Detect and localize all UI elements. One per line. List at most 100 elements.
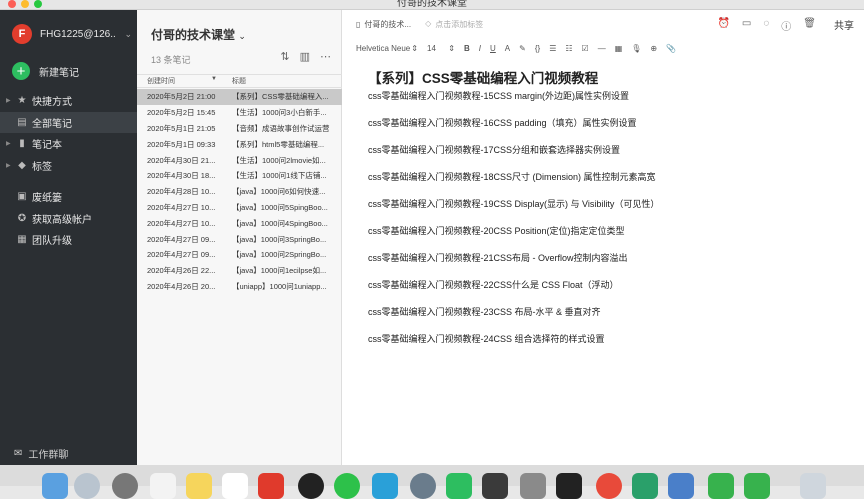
table-row[interactable]: 2020年4月30日 21... 【生活】1000问2lmovie如... [137,152,342,168]
editor-header: ▯ 付哥的技术... ◇ 点击添加标签 ⏰ ▭ ◌ ⓘ 🗑 共享 [342,10,864,38]
work-group-button[interactable]: ✉ 工作群聊 [14,446,68,461]
account-switcher[interactable]: F FHG1225@126.... ⌄ [12,24,132,44]
sidebar: F FHG1225@126.... ⌄ + 新建笔记 ▶ ★ 快捷方式 ▤ 全部… [0,10,137,465]
notebook-selector[interactable]: ▯ 付哥的技术... [356,19,411,30]
bold-icon[interactable]: B [464,44,470,53]
launchpad-icon[interactable] [74,473,100,499]
caret-right-icon[interactable]: ▶ [6,140,12,147]
font-size-select[interactable]: 14 ⇕ [427,44,455,53]
sidebar-item-upgrade[interactable]: ✪ 获取高级帐户 [0,208,137,230]
format-toolbar: Helvetica Neue ⇕ 14 ⇕ B I U A ✎ {} ☰ ☷ ☑ —… [342,38,864,58]
trash-icon[interactable]: 🗑 [803,18,816,33]
italic-icon[interactable]: I [479,44,481,53]
code-icon[interactable]: {} [535,44,540,53]
reminder-icon[interactable]: ⏰ [717,18,729,33]
notes-icon[interactable] [186,473,212,499]
minimize-window-button[interactable] [21,0,29,8]
column-title[interactable]: 标题 [223,76,342,86]
table-row[interactable]: 2020年4月28日 10... 【java】1000问6如何快速... [137,184,342,200]
sidebar-item-team[interactable]: ▦ 团队升级 [0,229,137,251]
note-rows: 2020年5月2日 21:00 【系列】CSS零基础编程入... 2020年5月2… [137,89,342,294]
app-icon[interactable] [668,473,694,499]
app-icon[interactable] [520,473,546,499]
sidebar-item-label: 快捷方式 [32,97,72,109]
tag-icon: ◆ [18,159,26,171]
table-icon[interactable]: ▦ [615,44,623,53]
table-row[interactable]: 2020年4月30日 18... 【生活】1000问1线下店铺... [137,168,342,184]
highlight-icon[interactable]: ✎ [519,44,526,53]
more-icon[interactable]: ⋯ [320,50,331,63]
chevron-down-icon: ⌄ [238,31,246,41]
trash-icon[interactable] [800,473,826,499]
table-row[interactable]: 2020年4月26日 20... 【uniapp】1000问1uniapp... [137,279,342,295]
underline-icon[interactable]: U [490,44,496,53]
insert-icon[interactable]: ⊕ [650,44,657,53]
note-line: css零基础编程入门视频教程-19CSS Display(显示) 与 Visib… [368,199,660,209]
sort-icon[interactable]: ⇅ [280,50,289,63]
bullet-list-icon[interactable]: ☰ [549,44,556,53]
font-select[interactable]: Helvetica Neue ⇕ [356,44,418,53]
app-icon[interactable] [258,473,284,499]
window-titlebar: 付哥的技术课堂 [0,0,864,10]
view-options-icon[interactable]: ▥ [300,50,310,63]
terminal-icon[interactable] [556,473,582,499]
sidebar-item-notebooks[interactable]: ▶ ▮ 笔记本 [0,133,137,155]
window-title: 付哥的技术课堂 [397,0,467,9]
app-icon[interactable] [708,473,734,499]
zoom-window-button[interactable] [34,0,42,8]
horizontal-rule-icon[interactable]: — [598,44,606,53]
sidebar-item-trash[interactable]: ▣ 废纸篓 [0,186,137,208]
table-row[interactable]: 2020年5月1日 09:33 【系列】html5零基础编程... [137,136,342,152]
text-color-icon[interactable]: A [505,44,510,53]
editor-actions: ⏰ ▭ ◌ ⓘ 🗑 [717,18,816,33]
note-body[interactable]: 【系列】CSS零基础编程入门视频教程 css零基础编程入门视频教程-15CSS … [368,67,848,361]
caret-right-icon[interactable]: ▶ [6,97,12,104]
table-row[interactable]: 2020年4月27日 09... 【java】1000问2SpringBo... [137,247,342,263]
calendar-icon[interactable] [222,473,248,499]
table-row[interactable]: 2020年5月2日 15:45 【生活】1000问3小白新手... [137,105,342,121]
notebook-title[interactable]: 付哥的技术课堂 ⌄ [151,26,246,43]
table-row[interactable]: 2020年4月27日 10... 【java】1000问5SpingBoo... [137,200,342,216]
new-note-button[interactable]: + 新建笔记 [12,62,79,80]
note-title[interactable]: 【系列】CSS零基础编程入门视频教程 [368,67,848,87]
table-row[interactable]: 2020年4月26日 22... 【java】1000问1ecilpse如... [137,263,342,279]
numbered-list-icon[interactable]: ☷ [565,44,572,53]
note-line: css零基础编程入门视频教程-16CSS padding（填充）属性实例设置 [368,118,637,128]
contacts-icon[interactable] [150,473,176,499]
chrome-icon[interactable] [596,473,622,499]
note-line: css零基础编程入门视频教程-18CSS尺寸 (Dimension) 属性控制元… [368,172,656,182]
sidebar-item-all-notes[interactable]: ▤ 全部笔记 [0,111,137,133]
info-icon[interactable]: ⓘ [781,18,791,33]
evernote-icon[interactable] [446,473,472,499]
share-button[interactable]: 共享 [834,17,854,32]
chevron-updown-icon: ⇕ [448,43,455,53]
app-icon[interactable] [410,473,436,499]
pycharm-icon[interactable] [632,473,658,499]
table-row[interactable]: 2020年4月27日 09... 【java】1000问3SpringBo... [137,231,342,247]
table-row[interactable]: 2020年4月27日 10... 【java】1000问4SpingBoo... [137,215,342,231]
table-row[interactable]: 2020年5月1日 21:05 【音频】成语故事创作试运营 [137,121,342,137]
app-icon[interactable] [482,473,508,499]
qq-icon[interactable] [298,473,324,499]
microphone-icon[interactable]: 🎙 [631,44,641,53]
sidebar-item-shortcuts[interactable]: ▶ ★ 快捷方式 [0,90,137,112]
sidebar-item-label: 团队升级 [32,236,72,248]
table-row[interactable]: 2020年5月2日 21:00 【系列】CSS零基础编程入... [137,89,342,105]
app-icon[interactable] [744,473,770,499]
note-count: 13 条笔记 [151,55,191,65]
app-icon[interactable] [372,473,398,499]
checkbox-icon[interactable]: ☑ [582,44,589,53]
present-icon[interactable]: ▭ [742,18,751,33]
note-line: css零基础编程入门视频教程-20CSS Position(定位)指定定位类型 [368,226,625,236]
sidebar-item-tags[interactable]: ▶ ◆ 标签 [0,155,137,177]
sidebar-item-label: 笔记本 [32,140,62,152]
close-window-button[interactable] [8,0,16,8]
column-created[interactable]: 创建时间 ▼ [137,76,223,86]
wechat-icon[interactable] [334,473,360,499]
chat-icon[interactable]: ◌ [763,18,769,33]
finder-icon[interactable] [42,473,68,499]
system-preferences-icon[interactable] [112,473,138,499]
caret-right-icon[interactable]: ▶ [6,162,12,169]
tag-input[interactable]: ◇ 点击添加标签 [425,19,483,30]
attachment-icon[interactable]: 📎 [666,44,676,53]
